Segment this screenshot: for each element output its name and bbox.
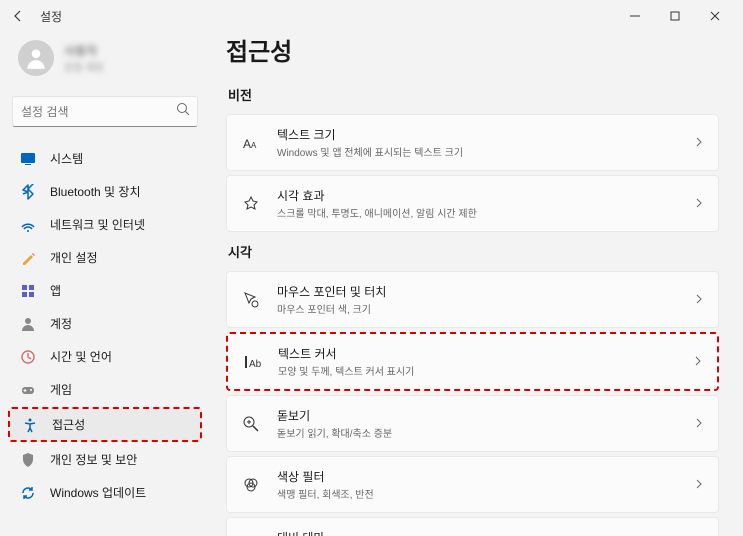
setting-title: 마우스 포인터 및 터치 <box>277 283 694 300</box>
system-icon <box>20 151 36 167</box>
magnifier-icon <box>241 414 261 434</box>
mouse-icon <box>241 290 261 310</box>
close-button[interactable] <box>695 2 735 30</box>
setting-textsize[interactable]: AA 텍스트 크기 Windows 및 앱 전체에 표시되는 텍스트 크기 <box>226 114 719 171</box>
setting-sub: 모양 및 두께, 텍스트 커서 표시기 <box>278 363 693 378</box>
setting-title: 대비 테마 <box>277 529 694 536</box>
nav-label: 개인 설정 <box>50 249 98 266</box>
profile-sub: 로컬 계정 <box>64 59 104 74</box>
setting-sub: 마우스 포인터 색, 크기 <box>277 301 694 316</box>
colorfilter-icon <box>241 475 261 495</box>
textsize-icon: AA <box>241 133 261 153</box>
gaming-icon <box>20 382 36 398</box>
nav-item-gaming[interactable]: 게임 <box>8 374 202 405</box>
setting-title: 시각 효과 <box>277 187 694 204</box>
search-icon <box>176 102 190 121</box>
nav-item-accessibility[interactable]: 접근성 <box>8 407 202 442</box>
visualeffects-icon <box>241 194 261 214</box>
setting-sub: 돋보기 읽기, 확대/축소 증분 <box>277 425 694 440</box>
chevron-right-icon <box>694 476 704 494</box>
minimize-button[interactable] <box>615 2 655 30</box>
textcursor-icon: Ab <box>242 352 262 372</box>
main-content: 접근성 비전 AA 텍스트 크기 Windows 및 앱 전체에 표시되는 텍스… <box>210 32 743 536</box>
nav-label: 앱 <box>50 282 61 299</box>
nav-item-time[interactable]: 시간 및 언어 <box>8 341 202 372</box>
setting-visualeffects[interactable]: 시각 효과 스크롤 막대, 투명도, 애니메이션, 알림 시간 제한 <box>226 175 719 232</box>
nav-label: 네트워크 및 인터넷 <box>50 216 145 233</box>
accounts-icon <box>20 316 36 332</box>
setting-contrast[interactable]: 대비 테마 저시력, 빛 민감성을 위한 색 테마 <box>226 517 719 536</box>
titlebar: 설정 <box>0 0 743 32</box>
window-title: 설정 <box>40 8 62 25</box>
setting-sub: 스크롤 막대, 투명도, 애니메이션, 알림 시간 제한 <box>277 205 694 220</box>
nav-item-bluetooth[interactable]: Bluetooth 및 장치 <box>8 176 202 207</box>
search-box[interactable] <box>12 96 198 127</box>
setting-title: 돋보기 <box>277 407 694 424</box>
nav-item-update[interactable]: Windows 업데이트 <box>8 477 202 508</box>
chevron-right-icon <box>694 291 704 309</box>
nav-label: Bluetooth 및 장치 <box>50 183 141 200</box>
profile-name: 사용자 <box>64 42 104 59</box>
setting-mouse[interactable]: 마우스 포인터 및 터치 마우스 포인터 색, 크기 <box>226 271 719 328</box>
privacy-icon <box>20 452 36 468</box>
chevron-right-icon <box>693 353 703 371</box>
nav-label: 시스템 <box>50 150 83 167</box>
setting-sub: 색맹 필터, 회색조, 반전 <box>277 486 694 501</box>
nav-label: Windows 업데이트 <box>50 484 146 501</box>
search-input[interactable] <box>21 105 176 119</box>
time-icon <box>20 349 36 365</box>
update-icon <box>20 485 36 501</box>
nav-item-system[interactable]: 시스템 <box>8 143 202 174</box>
apps-icon <box>20 283 36 299</box>
setting-title: 색상 필터 <box>277 468 694 485</box>
nav-label: 게임 <box>50 381 72 398</box>
setting-title: 텍스트 크기 <box>277 126 694 143</box>
svg-text:Ab: Ab <box>249 359 261 370</box>
chevron-right-icon <box>694 195 704 213</box>
section-title: 비전 <box>228 85 719 104</box>
chevron-right-icon <box>694 134 704 152</box>
section-title: 시각 <box>228 242 719 261</box>
profile[interactable]: 사용자 로컬 계정 <box>8 32 202 84</box>
avatar <box>18 40 54 76</box>
nav-item-privacy[interactable]: 개인 정보 및 보안 <box>8 444 202 475</box>
setting-magnifier[interactable]: 돋보기 돋보기 읽기, 확대/축소 증분 <box>226 395 719 452</box>
accessibility-icon <box>22 417 38 433</box>
nav: 시스템 Bluetooth 및 장치네트워크 및 인터넷개인 설정앱계정시간 및 … <box>8 143 202 508</box>
nav-item-personalization[interactable]: 개인 설정 <box>8 242 202 273</box>
nav-item-accounts[interactable]: 계정 <box>8 308 202 339</box>
maximize-button[interactable] <box>655 2 695 30</box>
chevron-right-icon <box>694 415 704 433</box>
bluetooth-icon <box>20 184 36 200</box>
sidebar: 사용자 로컬 계정 시스템 Bluetooth 및 장치네트워크 및 인터넷개인 … <box>0 32 210 536</box>
network-icon <box>20 217 36 233</box>
setting-colorfilter[interactable]: 색상 필터 색맹 필터, 회색조, 반전 <box>226 456 719 513</box>
nav-item-apps[interactable]: 앱 <box>8 275 202 306</box>
setting-sub: Windows 및 앱 전체에 표시되는 텍스트 크기 <box>277 144 694 159</box>
nav-label: 개인 정보 및 보안 <box>50 451 137 468</box>
page-title: 접근성 <box>226 32 719 67</box>
nav-label: 시간 및 언어 <box>50 348 112 365</box>
svg-text:A: A <box>251 141 257 150</box>
setting-title: 텍스트 커서 <box>278 345 693 362</box>
personalization-icon <box>20 250 36 266</box>
setting-textcursor[interactable]: Ab 텍스트 커서 모양 및 두께, 텍스트 커서 표시기 <box>226 332 719 391</box>
nav-label: 접근성 <box>52 416 85 433</box>
back-button[interactable] <box>8 6 28 26</box>
svg-text:A: A <box>243 137 251 151</box>
nav-item-network[interactable]: 네트워크 및 인터넷 <box>8 209 202 240</box>
nav-label: 계정 <box>50 315 72 332</box>
